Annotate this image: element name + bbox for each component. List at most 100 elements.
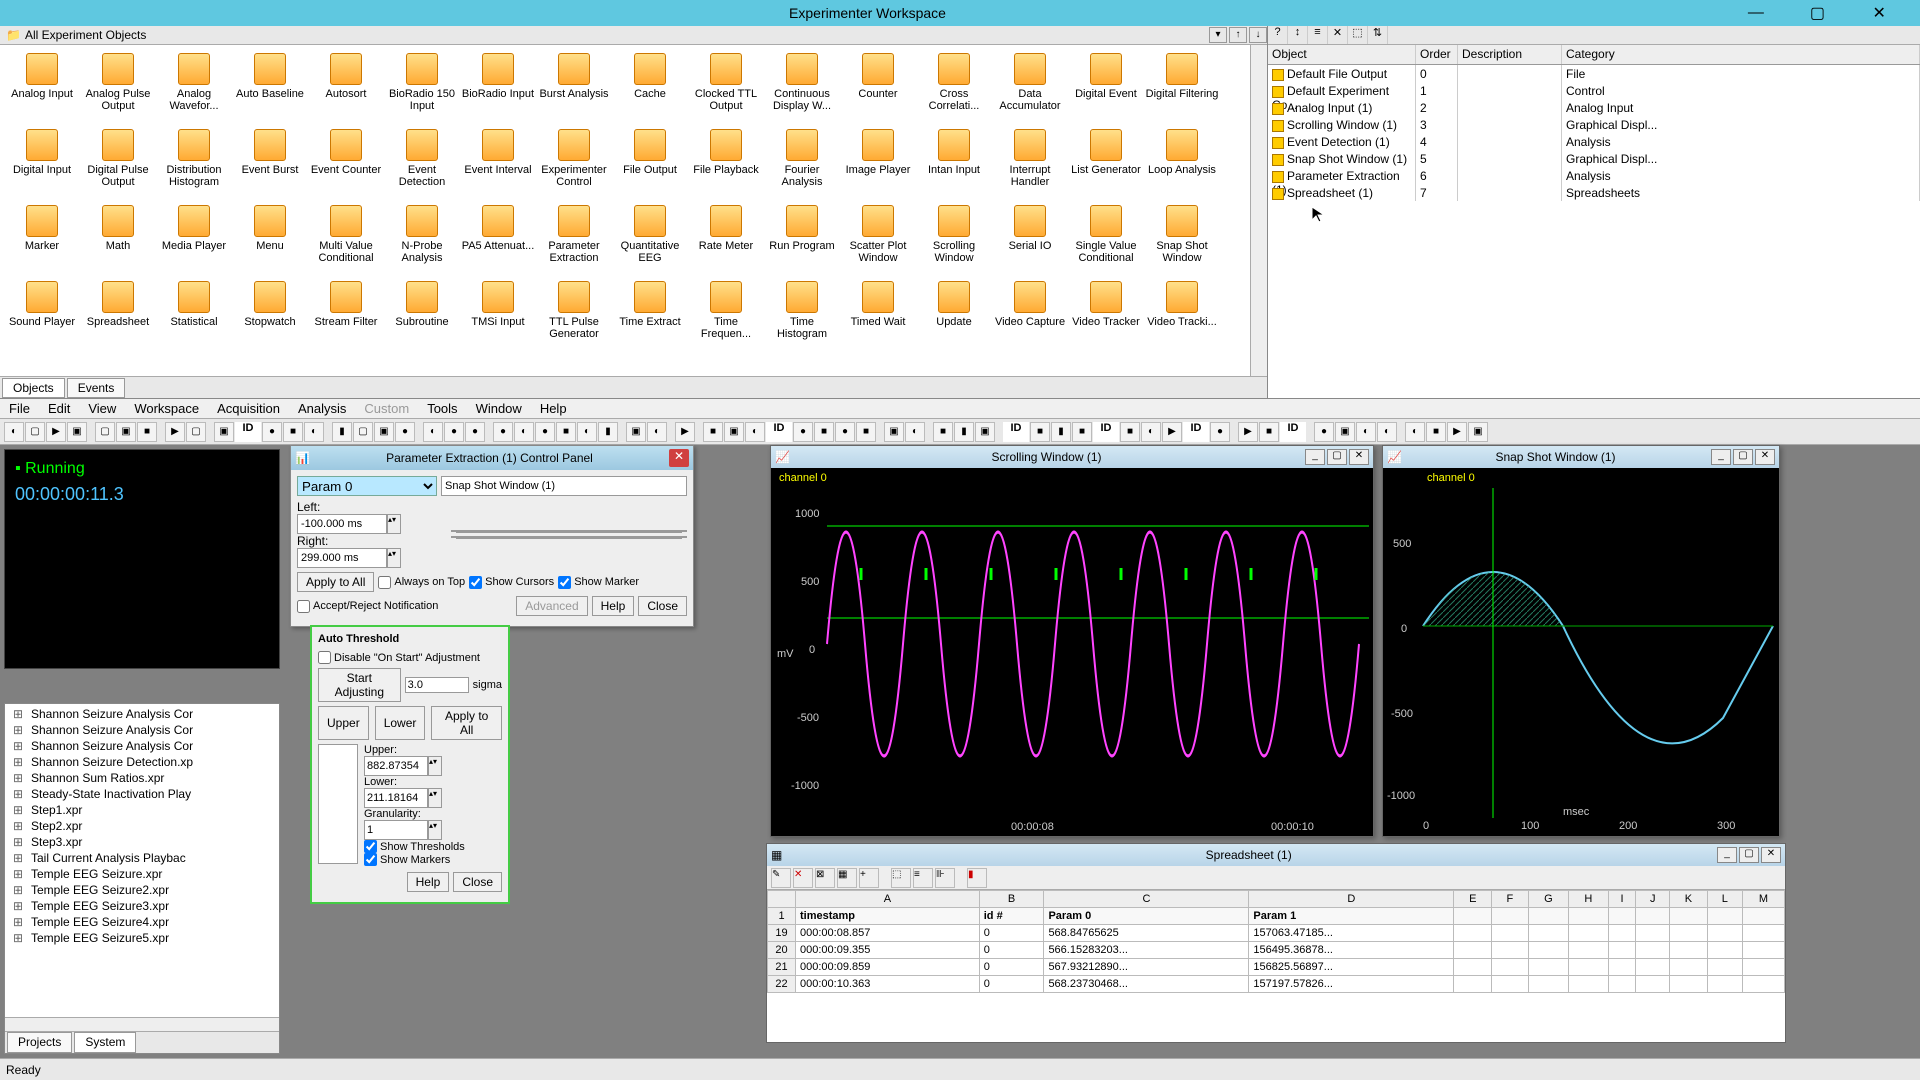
tool-item[interactable]: Serial IO [992, 201, 1068, 277]
left-spinner[interactable]: ▴▾ [387, 514, 401, 534]
menu-view[interactable]: View [79, 401, 125, 416]
win-close-button[interactable]: ✕ [1761, 847, 1781, 863]
object-row[interactable]: Snap Shot Window (1)5Graphical Displ... [1268, 150, 1920, 167]
toolbar-button-57[interactable]: ◐ [1377, 422, 1397, 442]
thresh-close-button[interactable]: Close [453, 872, 502, 892]
tool-item[interactable]: Stream Filter [308, 277, 384, 353]
obj-btn-4[interactable]: ⬚ [1348, 26, 1368, 44]
tool-item[interactable]: BioRadio 150 Input [384, 49, 460, 125]
toolbar-button-44[interactable]: ▮ [1051, 422, 1071, 442]
source-field[interactable] [441, 476, 687, 496]
tool-item[interactable]: Math [80, 201, 156, 277]
table-row[interactable]: 22000:00:10.3630568.23730468...157197.57… [768, 976, 1785, 993]
tool-item[interactable]: Distribution Histogram [156, 125, 232, 201]
lower-input[interactable] [364, 788, 428, 808]
file-tab-projects[interactable]: Projects [7, 1032, 72, 1053]
col-header[interactable]: C [1044, 891, 1249, 908]
tool-scrollbar[interactable] [1250, 45, 1267, 376]
thresh-apply-button[interactable]: Apply to All [431, 706, 502, 740]
toolbar-button-20[interactable]: ● [465, 422, 485, 442]
tool-item[interactable]: List Generator [1068, 125, 1144, 201]
min-button[interactable]: _ [1711, 449, 1731, 465]
toolbar-button-40[interactable]: ▮ [954, 422, 974, 442]
col-desc[interactable]: Description [1458, 45, 1562, 64]
file-item[interactable]: Step1.xpr [7, 802, 277, 818]
snapshot-chart[interactable]: channel 0 500 0 -500 -1000 0 100 200 300… [1383, 468, 1779, 836]
tool-item[interactable]: Digital Pulse Output [80, 125, 156, 201]
tool-item[interactable]: Statistical [156, 277, 232, 353]
tool-item[interactable]: Marker [4, 201, 80, 277]
toolbar-button-50[interactable]: ● [1210, 422, 1230, 442]
file-item[interactable]: Shannon Seizure Analysis Cor [7, 738, 277, 754]
object-row[interactable]: Default File Output0File [1268, 65, 1920, 82]
menu-help[interactable]: Help [531, 401, 576, 416]
sp-btn-5[interactable]: + [859, 868, 879, 888]
tool-item[interactable]: Image Player [840, 125, 916, 201]
toolbar-button-1[interactable]: ▢ [25, 422, 45, 442]
tool-item[interactable]: Analog Pulse Output [80, 49, 156, 125]
close-button[interactable]: ✕ [1858, 0, 1900, 26]
toolbar-button-55[interactable]: ▣ [1335, 422, 1355, 442]
object-row[interactable]: Spreadsheet (1)7Spreadsheets [1268, 184, 1920, 201]
panel-close-button[interactable]: ✕ [669, 449, 689, 467]
tool-item[interactable]: N-Probe Analysis [384, 201, 460, 277]
tool-item[interactable]: Cross Correlati... [916, 49, 992, 125]
tool-item[interactable]: Video Capture [992, 277, 1068, 353]
tool-item[interactable]: Stopwatch [232, 277, 308, 353]
h-scrollbar[interactable] [5, 1017, 279, 1031]
toolbar-button-14[interactable]: ▮ [332, 422, 352, 442]
sp-btn-8[interactable]: ⊪ [935, 868, 955, 888]
menu-tools[interactable]: Tools [418, 401, 466, 416]
tool-item[interactable]: File Playback [688, 125, 764, 201]
maximize-button[interactable]: ▢ [1797, 0, 1839, 26]
tool-item[interactable]: Scrolling Window [916, 201, 992, 277]
start-adjusting-button[interactable]: Start Adjusting [318, 668, 401, 702]
toolbar-button-51[interactable]: ▶ [1238, 422, 1258, 442]
tool-item[interactable]: Digital Event [1068, 49, 1144, 125]
toolbar-button-37[interactable]: ▣ [884, 422, 904, 442]
tool-item[interactable]: Clocked TTL Output [688, 49, 764, 125]
tool-item[interactable]: Analog Input [4, 49, 80, 125]
toolbar-button-21[interactable]: ● [493, 422, 513, 442]
tab-events[interactable]: Events [67, 378, 126, 398]
tool-item[interactable]: Update [916, 277, 992, 353]
close-panel-button[interactable]: Close [638, 596, 687, 616]
tool-item[interactable]: BioRadio Input [460, 49, 536, 125]
min-button[interactable]: _ [1305, 449, 1325, 465]
obj-btn-3[interactable]: ✕ [1328, 26, 1348, 44]
tool-item[interactable]: Run Program [764, 201, 840, 277]
min-button[interactable]: _ [1717, 847, 1737, 863]
toolbar-button-29[interactable]: ▶ [675, 422, 695, 442]
toolbar-button-28[interactable]: ◐ [647, 422, 667, 442]
toolbar-button-8[interactable]: ▢ [186, 422, 206, 442]
col-header[interactable]: E [1454, 891, 1492, 908]
menu-window[interactable]: Window [467, 401, 531, 416]
toolbar-button-36[interactable]: ■ [856, 422, 876, 442]
tool-item[interactable]: Parameter Extraction [536, 201, 612, 277]
toolbar-button-34[interactable]: ■ [814, 422, 834, 442]
toolbar-button-52[interactable]: ■ [1259, 422, 1279, 442]
toolbar-button-12[interactable]: ■ [283, 422, 303, 442]
sp-btn-7[interactable]: ≡ [913, 868, 933, 888]
col-category[interactable]: Category [1562, 45, 1920, 64]
toolbar-button-54[interactable]: ● [1314, 422, 1334, 442]
scrolling-chart[interactable]: channel 0 1000 500 0 -500 -1000 mV 00:00… [771, 468, 1373, 836]
win-close-button[interactable]: ✕ [1755, 449, 1775, 465]
param-select[interactable]: Param 0 [297, 476, 437, 496]
tool-item[interactable]: Timed Wait [840, 277, 916, 353]
toolbar-button-10[interactable]: ID [235, 422, 261, 442]
obj-btn-1[interactable]: ↕ [1288, 26, 1308, 44]
show-marker-check[interactable]: Show Marker [558, 576, 639, 589]
sp-btn-9[interactable]: ▮ [967, 868, 987, 888]
col-header[interactable]: D [1249, 891, 1454, 908]
toolbar-button-39[interactable]: ■ [933, 422, 953, 442]
toolbar-button-0[interactable]: ◐ [4, 422, 24, 442]
menu-analysis[interactable]: Analysis [289, 401, 355, 416]
toolbar-button-45[interactable]: ■ [1072, 422, 1092, 442]
dropdown-button[interactable]: ▾ [1209, 27, 1227, 43]
disable-onstart-check[interactable]: Disable "On Start" Adjustment [318, 651, 502, 664]
toolbar-button-46[interactable]: ■ [1120, 422, 1140, 442]
toolbar-button-56[interactable]: ◐ [1356, 422, 1376, 442]
object-row[interactable]: Parameter Extraction (1)6Analysis [1268, 167, 1920, 184]
toolbar-button-35[interactable]: ● [835, 422, 855, 442]
